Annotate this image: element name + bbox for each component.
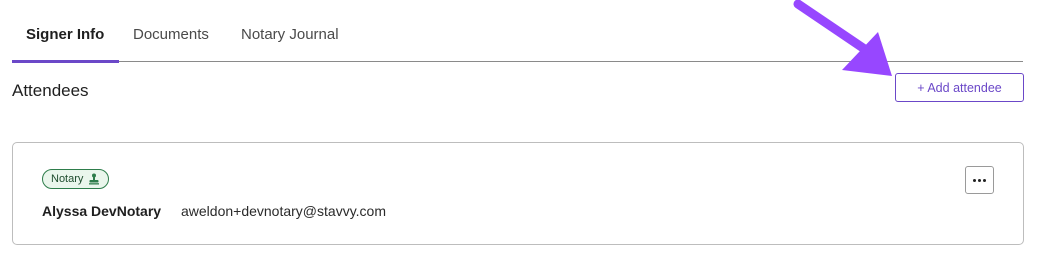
tab-signer-info[interactable]: Signer Info — [12, 0, 119, 63]
role-badge: Notary — [42, 169, 110, 189]
attendee-card: Notary Alyssa DevNotary aweldon+devnotar… — [12, 142, 1024, 245]
attendees-heading: Attendees — [12, 81, 89, 100]
role-label: Notary — [51, 172, 84, 185]
attendee-email: aweldon+devnotary@stavvy.com — [181, 203, 386, 219]
more-icon — [973, 178, 986, 182]
add-attendee-button[interactable]: + Add attendee — [895, 73, 1024, 102]
stamp-icon — [89, 173, 100, 185]
annotation-arrow-icon — [793, 0, 892, 76]
tab-documents[interactable]: Documents — [133, 0, 209, 61]
signer-info-page: Signer Info Documents Notary Journal Att… — [0, 0, 1051, 263]
attendee-name: Alyssa DevNotary — [42, 203, 162, 219]
tab-notary-journal[interactable]: Notary Journal — [241, 0, 339, 61]
more-options-button[interactable] — [965, 166, 994, 194]
